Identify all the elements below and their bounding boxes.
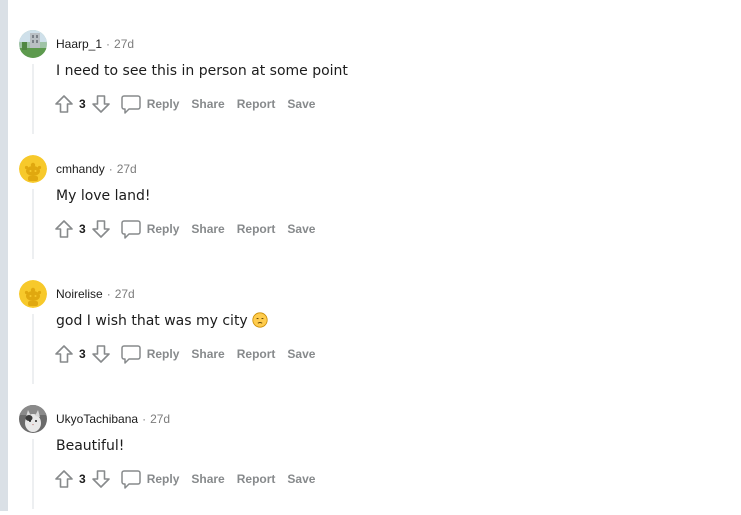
save-button[interactable]: Save [287,472,315,486]
user-avatar[interactable] [19,30,47,58]
comment-meta: cmhandy · 27d [56,161,137,177]
speech-bubble-icon [120,220,141,239]
comment: Noirelise · 27d god I wish that was my cit… [19,280,739,390]
comment-actions: 3 Reply Share Report Save [52,341,319,367]
reply-icon-button[interactable] [119,342,143,366]
downvote-button[interactable] [89,217,113,241]
downvote-arrow-icon [91,95,110,113]
username-link[interactable]: Noirelise [56,287,103,301]
disappointed-face-emoji-icon [252,312,268,328]
report-button[interactable]: Report [237,347,276,361]
upvote-button[interactable] [52,467,76,491]
separator-dot: · [106,37,111,51]
thread-line[interactable] [32,314,34,384]
downvote-arrow-icon [91,345,110,363]
save-button[interactable]: Save [287,97,315,111]
comment: cmhandy · 27d My love land! 3 Reply Share … [19,155,739,265]
thread-line[interactable] [32,439,34,509]
comment: UkyoTachibana · 27d Beautiful! 3 Reply Sha… [19,405,739,515]
timestamp-link[interactable]: 27d [115,287,135,301]
comment-actions: 3 Reply Share Report Save [52,466,319,492]
separator-dot: · [106,287,111,301]
thread-line[interactable] [32,64,34,134]
downvote-button[interactable] [89,467,113,491]
speech-bubble-icon [120,470,141,489]
speech-bubble-icon [120,345,141,364]
username-link[interactable]: cmhandy [56,162,105,176]
upvote-button[interactable] [52,217,76,241]
vote-score: 3 [79,97,86,111]
user-avatar[interactable] [19,155,47,183]
reply-icon-button[interactable] [119,92,143,116]
comment-actions: 3 Reply Share Report Save [52,216,319,242]
timestamp-link[interactable]: 27d [114,37,134,51]
comment: Haarp_1 · 27d I need to see this in person… [19,30,739,140]
vote-score: 3 [79,222,86,236]
comment-body: Beautiful! [56,436,124,456]
reply-button[interactable]: Reply [147,222,180,236]
share-button[interactable]: Share [191,97,224,111]
comment-body: I need to see this in person at some poi… [56,61,348,81]
comment-body: My love land! [56,186,150,206]
comment-text: I need to see this in person at some poi… [56,63,348,79]
separator-dot: · [108,162,113,176]
snoo-icon [19,155,47,183]
user-avatar[interactable] [19,280,47,308]
comment-meta: Haarp_1 · 27d [56,36,134,52]
comment-meta: UkyoTachibana · 27d [56,411,170,427]
downvote-arrow-icon [91,470,110,488]
thread-rail [0,0,8,511]
comment-actions: 3 Reply Share Report Save [52,91,319,117]
upvote-arrow-icon [55,345,73,363]
share-button[interactable]: Share [191,222,224,236]
upvote-arrow-icon [55,95,73,113]
username-link[interactable]: Haarp_1 [56,37,102,51]
reply-button[interactable]: Reply [147,347,180,361]
upvote-arrow-icon [55,470,73,488]
comment-body: god I wish that was my city [56,311,268,331]
reply-icon-button[interactable] [119,467,143,491]
report-button[interactable]: Report [237,97,276,111]
user-avatar[interactable] [19,405,47,433]
report-button[interactable]: Report [237,222,276,236]
downvote-button[interactable] [89,342,113,366]
reply-button[interactable]: Reply [147,472,180,486]
reply-icon-button[interactable] [119,217,143,241]
vote-score: 3 [79,472,86,486]
save-button[interactable]: Save [287,222,315,236]
cat-photo-icon [19,405,47,433]
downvote-button[interactable] [89,92,113,116]
downvote-arrow-icon [91,220,110,238]
share-button[interactable]: Share [191,347,224,361]
save-button[interactable]: Save [287,347,315,361]
upvote-button[interactable] [52,92,76,116]
vote-score: 3 [79,347,86,361]
comment-text: My love land! [56,188,151,204]
snoo-icon [19,280,47,308]
share-button[interactable]: Share [191,472,224,486]
timestamp-link[interactable]: 27d [117,162,137,176]
speech-bubble-icon [120,95,141,114]
reply-button[interactable]: Reply [147,97,180,111]
thread-line[interactable] [32,189,34,259]
comment-text: god I wish that was my city [56,313,248,329]
username-link[interactable]: UkyoTachibana [56,412,138,426]
comment-meta: Noirelise · 27d [56,286,135,302]
timestamp-link[interactable]: 27d [150,412,170,426]
upvote-arrow-icon [55,220,73,238]
comment-text: Beautiful! [56,438,125,454]
separator-dot: · [142,412,147,426]
upvote-button[interactable] [52,342,76,366]
report-button[interactable]: Report [237,472,276,486]
